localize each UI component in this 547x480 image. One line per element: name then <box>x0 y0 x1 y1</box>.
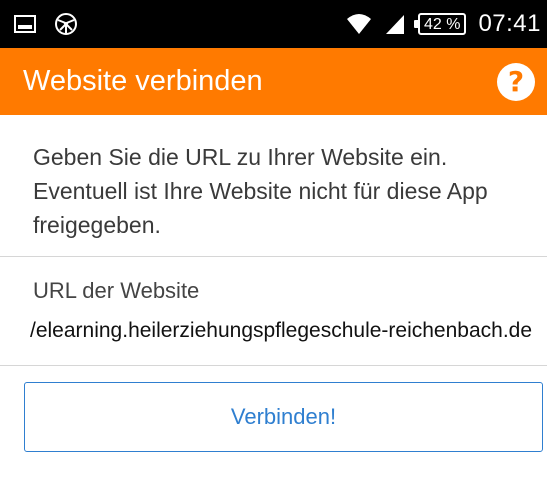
help-button[interactable]: ? <box>497 62 535 101</box>
aperture-icon <box>54 12 78 36</box>
status-time: 07:41 <box>478 10 541 37</box>
intro-text: Geben Sie die URL zu Ihrer Website ein. … <box>33 144 488 238</box>
signal-icon <box>384 13 406 35</box>
divider-bottom <box>0 365 547 366</box>
divider-top <box>0 256 547 257</box>
wifi-icon <box>346 13 372 35</box>
page-title: Website verbinden <box>23 65 263 97</box>
screenshot-icon <box>14 14 36 34</box>
battery-indicator: 42 % <box>413 13 467 35</box>
url-label: URL der Website <box>33 278 200 303</box>
question-mark-icon: ? <box>507 65 525 98</box>
app-bar: Website verbinden ? <box>0 48 547 115</box>
status-bar: 42 % 07:41 <box>0 0 547 48</box>
url-input[interactable] <box>30 314 547 348</box>
status-left-icons <box>14 12 78 36</box>
status-right-icons: 42 % 07:41 <box>346 10 541 38</box>
connect-button[interactable]: Verbinden! <box>24 382 543 452</box>
